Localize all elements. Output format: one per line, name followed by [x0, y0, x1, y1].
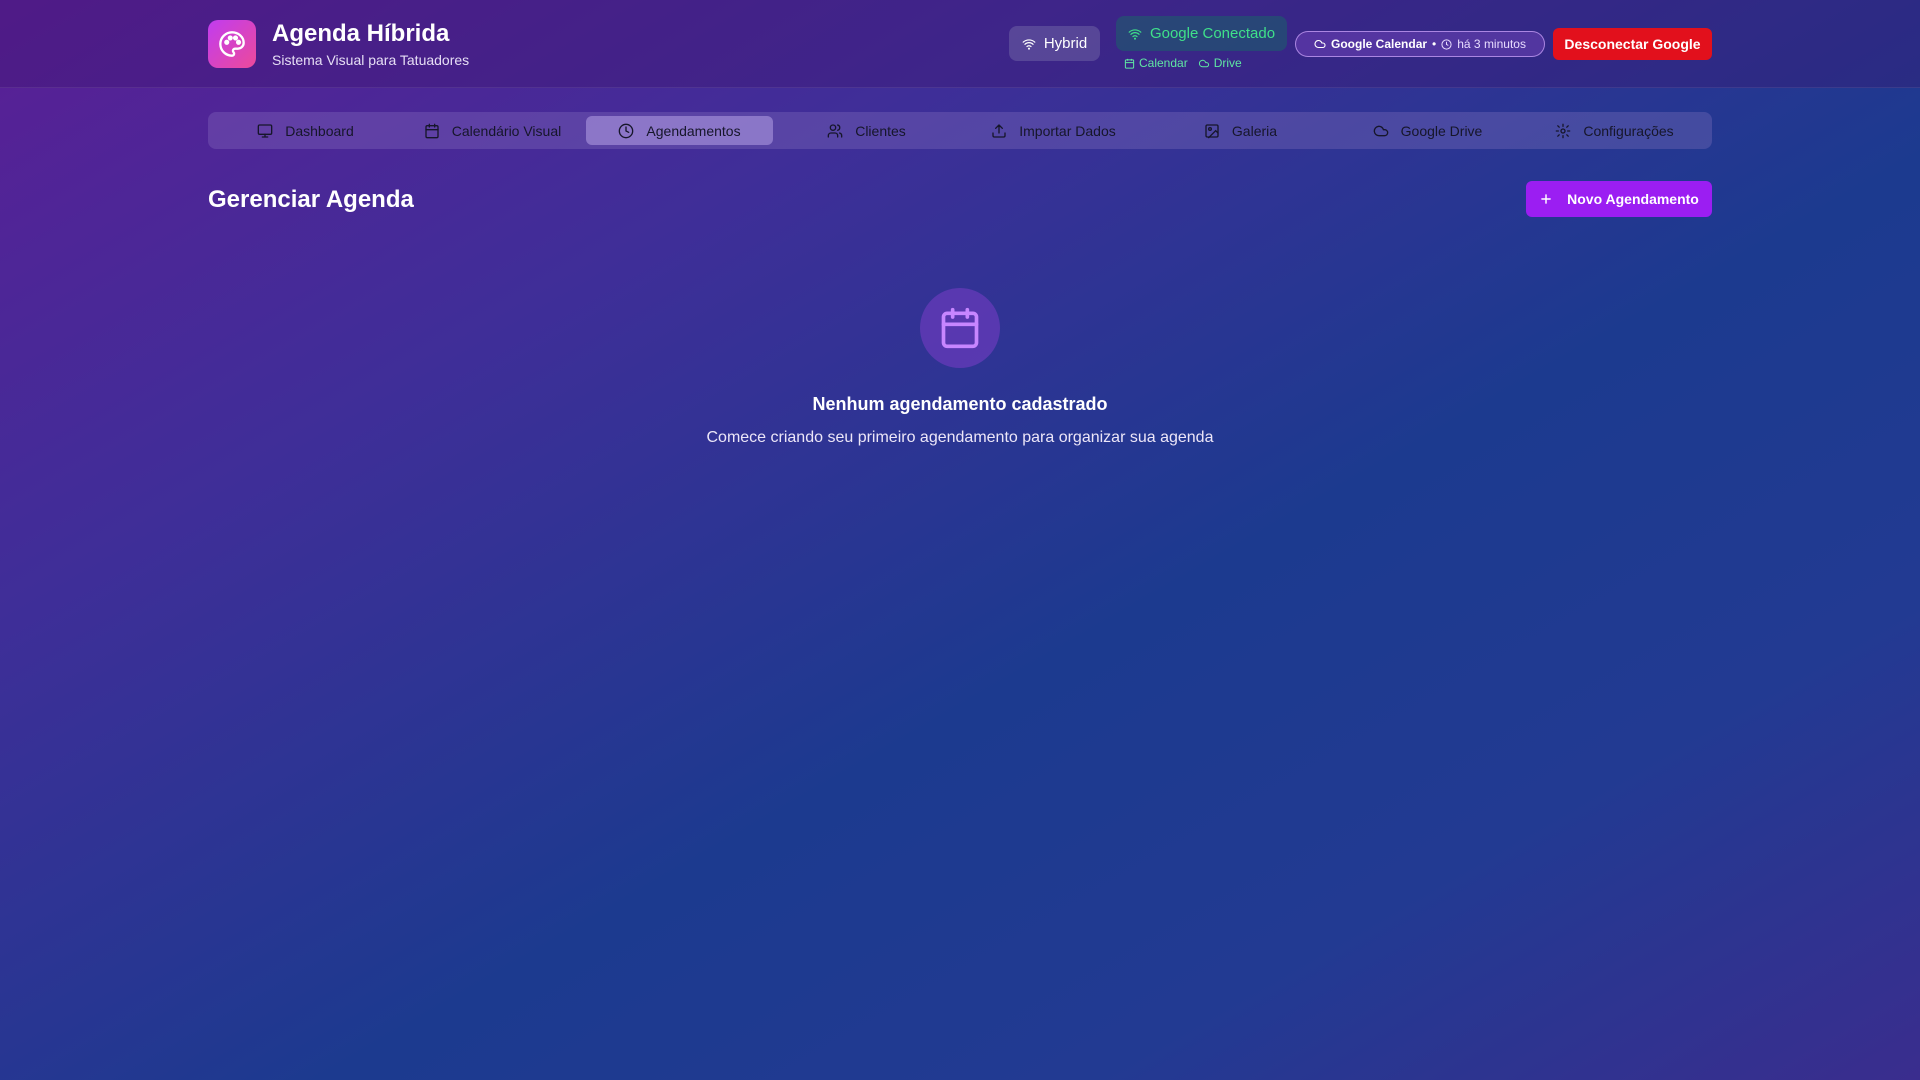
calendar-icon [1124, 58, 1135, 69]
app-header: Agenda Híbrida Sistema Visual para Tatua… [0, 0, 1920, 88]
tab-label: Galeria [1231, 122, 1278, 139]
tab-calendario-visual[interactable]: Calendário Visual [399, 116, 586, 145]
tab-label: Clientes [855, 122, 906, 139]
hybrid-mode-badge[interactable]: Hybrid [1009, 26, 1100, 61]
tab-label: Calendário Visual [451, 122, 562, 139]
tab-importar-dados[interactable]: Importar Dados [960, 116, 1147, 145]
new-appointment-button[interactable]: Novo Agendamento [1526, 181, 1712, 217]
google-status-label: Google Conectado [1149, 25, 1276, 42]
calendar-icon [941, 307, 979, 349]
wifi-icon [1128, 28, 1142, 40]
tab-galeria[interactable]: Galeria [1147, 116, 1334, 145]
google-services: Calendar Drive [1124, 56, 1242, 70]
gear-icon [1556, 123, 1571, 138]
monitor-icon [257, 123, 273, 138]
empty-state-title: Nenhum agendamento cadastrado [812, 394, 1108, 414]
calendar-icon [425, 123, 439, 138]
sync-service: Google Calendar [1331, 37, 1428, 51]
drive-service: Drive [1198, 56, 1242, 70]
new-appointment-label: Novo Agendamento [1567, 191, 1699, 207]
tab-clientes[interactable]: Clientes [773, 116, 960, 145]
tab-label: Agendamentos [646, 122, 741, 139]
app-subtitle: Sistema Visual para Tatuadores [272, 52, 470, 68]
sync-status-badge: Google Calendar • há 3 minutos [1295, 31, 1545, 57]
plus-icon [1541, 194, 1551, 204]
google-connected-badge: Google Conectado [1116, 16, 1287, 51]
cloud-icon [1373, 125, 1388, 136]
tab-label: Importar Dados [1019, 122, 1116, 139]
users-icon [827, 123, 843, 138]
clock-icon [619, 123, 634, 138]
app-title: Agenda Híbrida [272, 20, 450, 47]
upload-icon [992, 123, 1006, 138]
hybrid-label: Hybrid [1043, 35, 1088, 52]
cloud-icon [1314, 39, 1326, 49]
main-nav: Dashboard Calendário Visual Agendamentos… [208, 112, 1712, 149]
empty-state-description: Comece criando seu primeiro agendamento … [706, 429, 1214, 446]
wifi-icon [1022, 38, 1036, 50]
sync-time: há 3 minutos [1457, 37, 1526, 51]
empty-state-icon [920, 288, 1000, 368]
sync-separator: • [1432, 37, 1437, 51]
drive-service-label: Drive [1213, 56, 1242, 70]
cloud-icon [1198, 59, 1209, 67]
disconnect-google-button[interactable]: Desconectar Google [1553, 28, 1712, 60]
image-icon [1205, 123, 1219, 138]
calendar-service: Calendar [1124, 56, 1188, 70]
tab-google-drive[interactable]: Google Drive [1334, 116, 1521, 145]
tab-configuracoes[interactable]: Configurações [1521, 116, 1708, 145]
tab-agendamentos[interactable]: Agendamentos [586, 116, 773, 145]
calendar-service-label: Calendar [1139, 56, 1188, 70]
page-title: Gerenciar Agenda [208, 186, 414, 213]
tab-label: Configurações [1583, 122, 1674, 139]
tab-label: Google Drive [1400, 122, 1483, 139]
clock-icon [1441, 38, 1452, 50]
tab-label: Dashboard [285, 122, 354, 139]
tab-dashboard[interactable]: Dashboard [212, 116, 399, 145]
palette-logo-icon [208, 20, 256, 68]
